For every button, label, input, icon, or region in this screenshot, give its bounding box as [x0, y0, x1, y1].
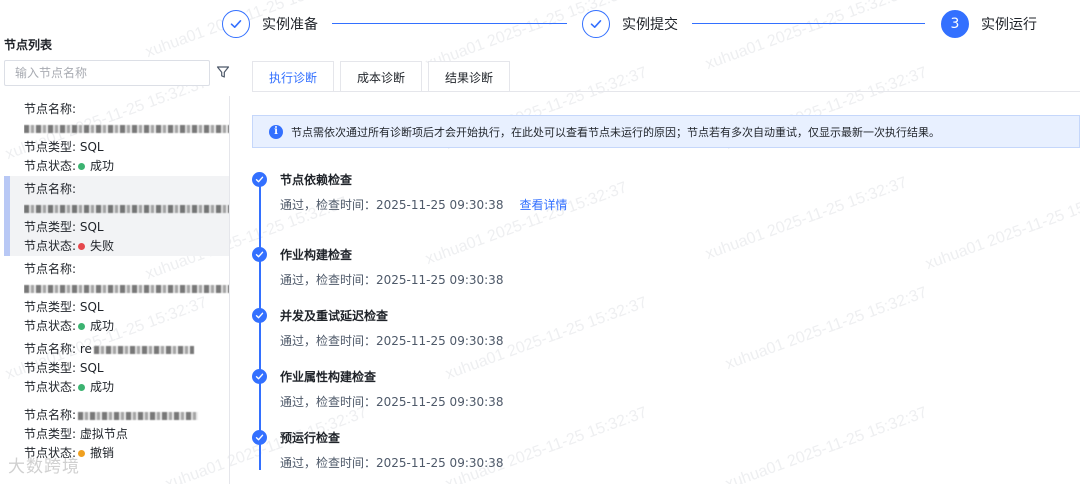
node-status: 节点状态: 成功 [24, 319, 115, 333]
step-label: 实例准备 [262, 17, 318, 33]
step-label: 实例运行 [981, 17, 1037, 33]
watermark: xuhua01 2025-11-25 15:32:37 [723, 404, 930, 484]
node-list-title: 节点列表 [4, 38, 53, 52]
check-detail: 通过，检查时间：2025-11-25 09:30:38 查看详情 [280, 198, 568, 212]
watermark: xuhua01 2025-11-25 15:32:37 [703, 174, 910, 263]
tab-result-diagnosis[interactable]: 结果诊断 [428, 61, 511, 92]
steps-bar: 实例准备 实例提交 3 实例运行 [0, 0, 1080, 48]
diagnosis-tabs: 执行诊断 成本诊断 结果诊断 [252, 61, 516, 92]
check-title: 作业属性构建检查 [280, 370, 377, 384]
brand-watermark: 大数跨境 [8, 457, 80, 477]
status-dot-icon [78, 323, 86, 330]
watermark: xuhua01 2025-11-25 15:32:37 [723, 284, 930, 373]
node-name: 节点名称: [24, 406, 229, 425]
watermark: xuhua01 2025-11-25 15:32:37 [423, 179, 630, 268]
tab-cost-diagnosis[interactable]: 成本诊断 [340, 61, 423, 92]
check-title: 作业构建检查 [280, 248, 353, 262]
node-name: 节点名称: [24, 102, 77, 116]
node-status: 节点状态: 成功 [24, 159, 115, 173]
tab-execution-diagnosis[interactable]: 执行诊断 [252, 61, 335, 92]
check-done-icon [252, 430, 267, 445]
node-name: 节点名称: [24, 182, 77, 196]
check-icon [222, 10, 250, 38]
node-name-redacted [24, 119, 229, 138]
node-item-selected[interactable]: 节点名称: 节点类型: SQL 节点状态: 失败 [4, 176, 229, 256]
filter-icon[interactable] [216, 64, 230, 80]
timeline-line [259, 180, 261, 470]
step-label: 实例提交 [622, 17, 678, 33]
check-done-icon [252, 369, 267, 384]
check-title: 预运行检查 [280, 431, 341, 445]
step-run: 3 实例运行 [941, 10, 1037, 38]
status-dot-icon [78, 384, 86, 391]
check-icon [582, 10, 610, 38]
check-done-icon [252, 308, 267, 323]
node-type: 节点类型: SQL [24, 140, 104, 154]
node-status: 节点状态: 成功 [24, 380, 115, 394]
check-title: 并发及重试延迟检查 [280, 309, 389, 323]
check-detail: 通过，检查时间：2025-11-25 09:30:38 [280, 456, 504, 470]
check-detail: 通过，检查时间：2025-11-25 09:30:38 [280, 273, 504, 287]
status-dot-icon [78, 163, 86, 170]
node-type: 节点类型: SQL [24, 300, 104, 314]
node-name: 节点名称: re [24, 340, 229, 359]
node-search-input[interactable] [4, 60, 210, 86]
step-prepare: 实例准备 [222, 10, 318, 38]
node-type: 节点类型: 虚拟节点 [24, 427, 128, 441]
step-submit: 实例提交 [582, 10, 678, 38]
notice-text: 节点需依次通过所有诊断项后才会开始执行，在此处可以查看节点未运行的原因；节点若有… [291, 125, 940, 139]
tabs-divider [252, 91, 1080, 92]
node-type: 节点类型: SQL [24, 361, 104, 375]
step-number: 3 [941, 10, 969, 38]
watermark: xuhua01 2025-11-25 15:32:37 [443, 404, 650, 484]
info-notice: i 节点需依次通过所有诊断项后才会开始执行，在此处可以查看节点未运行的原因；节点… [252, 115, 1080, 148]
watermark: xuhua01 2025-11-25 15:32:37 [923, 184, 1080, 273]
info-icon: i [269, 124, 283, 139]
check-detail: 通过，检查时间：2025-11-25 09:30:38 [280, 395, 504, 409]
status-dot-icon [78, 243, 86, 250]
node-name-redacted [24, 279, 229, 298]
node-status: 节点状态: 失败 [24, 239, 115, 253]
node-type: 节点类型: SQL [24, 220, 104, 234]
check-done-icon [252, 172, 267, 187]
node-name-redacted [24, 199, 229, 218]
step-connector [692, 23, 925, 24]
node-item[interactable]: 节点名称: re 节点类型: SQL 节点状态: 成功 [4, 336, 229, 402]
check-detail: 通过，检查时间：2025-11-25 09:30:38 [280, 334, 504, 348]
check-title: 节点依赖检查 [280, 173, 353, 187]
node-item[interactable]: 节点名称: 节点类型: SQL 节点状态: 成功 [4, 256, 229, 336]
node-item[interactable]: 节点名称: 节点类型: SQL 节点状态: 成功 [4, 96, 229, 176]
node-name: 节点名称: [24, 262, 77, 276]
step-connector [332, 23, 567, 24]
check-done-icon [252, 247, 267, 262]
view-details-link[interactable]: 查看详情 [519, 198, 567, 212]
node-list: 节点名称: 节点类型: SQL 节点状态: 成功 节点名称: 节点类型: SQL … [4, 96, 230, 484]
